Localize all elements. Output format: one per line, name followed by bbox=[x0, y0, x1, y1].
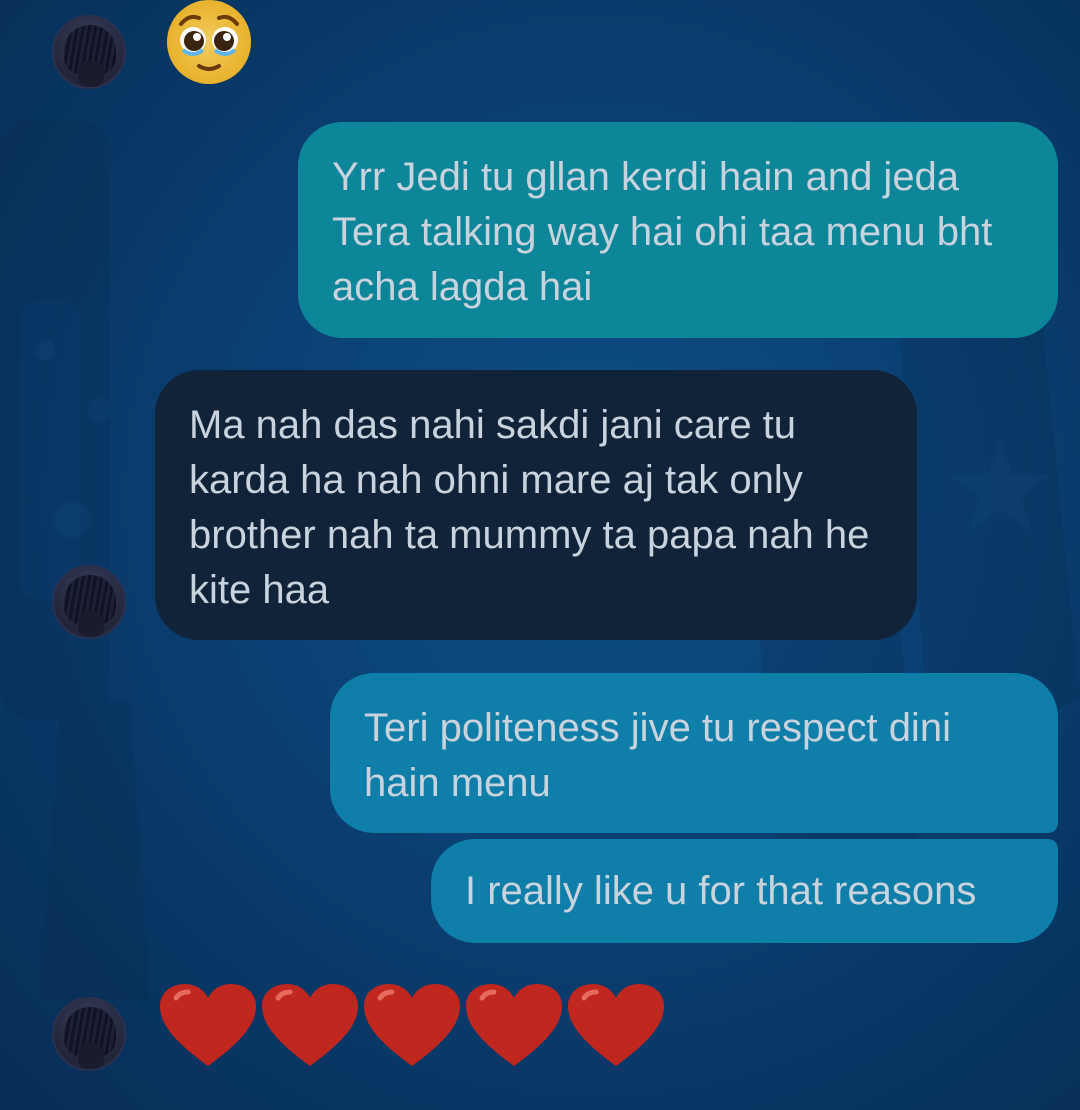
sent-message-bubble[interactable]: Yrr Jedi tu gllan kerdi hain and jeda Te… bbox=[298, 122, 1058, 338]
message-text: Ma nah das nahi sakdi jani care tu karda… bbox=[189, 403, 870, 612]
message-text: Teri politeness jive tu respect dini hai… bbox=[364, 706, 951, 805]
sent-message-bubble[interactable]: Teri politeness jive tu respect dini hai… bbox=[330, 673, 1058, 833]
message-text: I really like u for that reasons bbox=[465, 869, 977, 913]
red-heart-emoji bbox=[568, 984, 664, 1066]
red-heart-emoji bbox=[364, 984, 460, 1066]
contact-avatar[interactable] bbox=[52, 15, 126, 89]
red-heart-emoji bbox=[466, 984, 562, 1066]
sent-message-bubble[interactable]: I really like u for that reasons bbox=[431, 839, 1058, 943]
contact-avatar[interactable] bbox=[52, 565, 126, 639]
contact-avatar[interactable] bbox=[52, 997, 126, 1071]
message-text: Yrr Jedi tu gllan kerdi hain and jeda Te… bbox=[332, 155, 993, 309]
red-heart-emoji bbox=[262, 984, 358, 1066]
hearts-emoji-row[interactable] bbox=[158, 982, 668, 1072]
received-message-bubble[interactable]: Ma nah das nahi sakdi jani care tu karda… bbox=[155, 370, 917, 640]
pleading-face-emoji bbox=[167, 0, 251, 84]
red-heart-emoji bbox=[160, 984, 256, 1066]
